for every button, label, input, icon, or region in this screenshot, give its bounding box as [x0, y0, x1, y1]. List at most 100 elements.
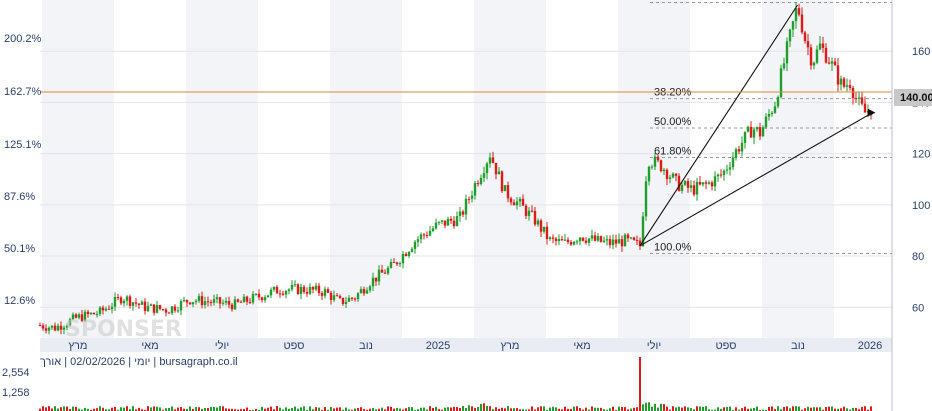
candle-body	[833, 61, 837, 66]
volume-bar	[555, 407, 557, 411]
volume-bar	[684, 406, 686, 411]
candle-body	[140, 301, 144, 305]
candle-body	[344, 301, 348, 304]
candle-body	[518, 198, 522, 202]
volume-bar	[543, 406, 545, 411]
candle-body	[566, 239, 570, 243]
volume-bar	[792, 406, 794, 411]
candle-body	[224, 300, 228, 303]
candle-body	[449, 218, 453, 221]
fib-label: 50.00%	[654, 116, 692, 128]
candle-body	[464, 198, 468, 215]
candle-body	[527, 210, 531, 216]
x-axis-tick: ספט	[284, 340, 305, 352]
volume-bar	[648, 402, 650, 411]
volume-bar	[429, 406, 431, 411]
candle-body	[509, 198, 513, 203]
candle-body	[275, 286, 279, 294]
candle-body	[272, 286, 276, 290]
candle-body	[161, 309, 165, 311]
candle-body	[422, 234, 426, 236]
volume-bar	[831, 406, 833, 411]
candle-body	[470, 195, 474, 199]
candle-body	[512, 202, 516, 206]
candle-body	[749, 126, 753, 138]
volume-bar	[60, 407, 62, 411]
candle-body	[842, 78, 846, 87]
candle-body	[260, 297, 264, 301]
candle-body	[650, 166, 654, 168]
x-axis-tick: יולי	[215, 339, 229, 352]
candle-body	[656, 156, 660, 161]
volume-bar	[147, 406, 149, 411]
candle-body	[95, 314, 99, 316]
candle-body	[716, 174, 720, 177]
candle-body	[620, 239, 624, 247]
candle-body	[677, 175, 681, 191]
volume-bar	[381, 407, 383, 411]
candle-body	[368, 286, 372, 291]
volume-bar	[468, 405, 470, 411]
volume-bar	[303, 406, 305, 411]
candle-body	[713, 176, 717, 187]
volume-bar	[114, 406, 116, 411]
candle-body	[350, 297, 354, 299]
candle-body	[248, 301, 252, 303]
volume-bar	[636, 407, 638, 411]
candle-body	[362, 289, 366, 294]
volume-bar	[798, 406, 800, 411]
volume-bar	[540, 406, 542, 411]
volume-bar	[411, 407, 413, 411]
last-price-badge: 140.00	[894, 89, 932, 106]
candle-body	[134, 302, 138, 304]
left-axis-tick: 200.2%	[4, 33, 42, 45]
volume-bar	[198, 407, 200, 411]
candle-body	[191, 302, 195, 305]
month-band	[186, 0, 258, 338]
volume-bar	[702, 406, 704, 411]
candle-body	[536, 220, 540, 225]
volume-bar	[819, 407, 821, 411]
candle-body	[149, 304, 153, 306]
candle-body	[395, 262, 399, 265]
volume-bar	[483, 403, 485, 411]
volume-bar	[450, 407, 452, 411]
candle-body	[131, 302, 135, 306]
volume-bar	[270, 406, 272, 411]
volume-bar	[126, 406, 128, 411]
candle-body	[86, 311, 90, 315]
candle-body	[182, 299, 186, 302]
candle-body	[647, 166, 651, 182]
volume-bar	[807, 406, 809, 411]
candle-body	[200, 296, 204, 306]
candle-body	[389, 261, 393, 268]
candle-body	[851, 87, 855, 99]
left-axis-tick: 162.7%	[4, 86, 42, 98]
volume-bar	[717, 407, 719, 411]
volume-bar	[471, 406, 473, 411]
volume-bar	[123, 407, 125, 411]
volume-bar	[336, 407, 338, 411]
volume-bar	[663, 404, 665, 411]
x-axis-tick: נוב	[791, 340, 805, 352]
candle-body	[44, 328, 48, 331]
volume-bar	[654, 403, 656, 411]
candle-body	[347, 297, 351, 302]
x-axis-tick: נוב	[359, 340, 373, 352]
volume-bar	[537, 407, 539, 411]
candle-body	[719, 174, 723, 176]
last-price-label: 140.00	[900, 92, 932, 104]
volume-bar	[864, 406, 866, 411]
volume-bar	[54, 406, 56, 411]
candle-body	[365, 290, 369, 294]
candle-body	[323, 289, 327, 296]
candle-body	[803, 32, 807, 42]
candle-body	[104, 308, 108, 311]
volume-bar	[177, 407, 179, 411]
candle-body	[281, 293, 285, 295]
candle-body	[728, 167, 732, 170]
candle-body	[515, 201, 519, 206]
volume-bar	[489, 406, 491, 411]
candle-body	[758, 127, 762, 137]
volume-bar	[816, 407, 818, 411]
